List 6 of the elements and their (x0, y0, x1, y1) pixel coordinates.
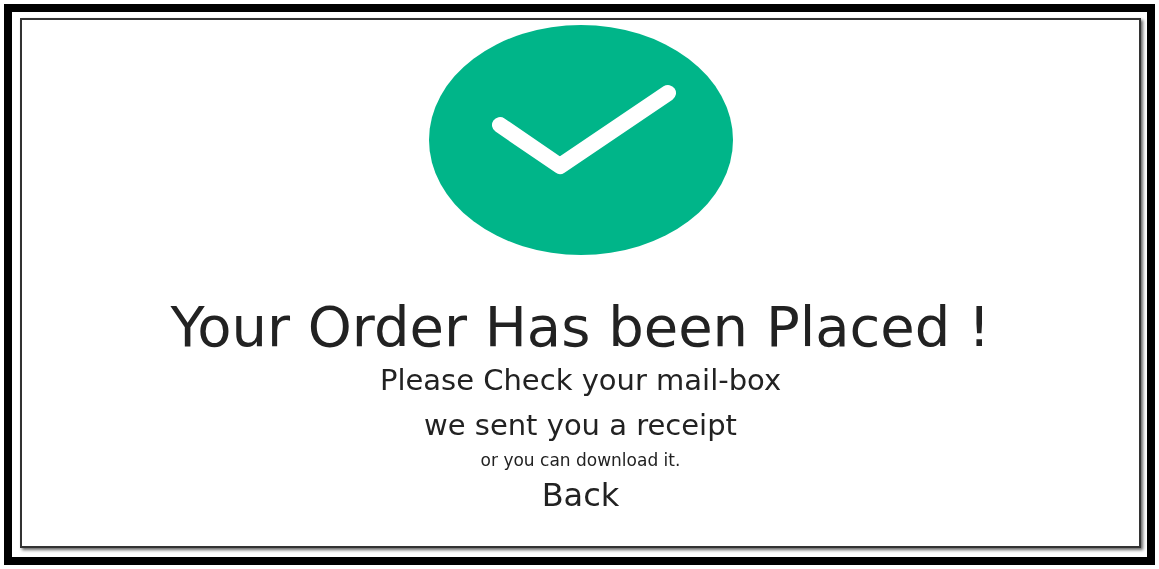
back-link[interactable]: Back (541, 476, 620, 515)
check-circle-icon (427, 24, 734, 256)
message-line: Please Check your mail-box (379, 363, 782, 397)
message-line: we sent you a receipt (424, 408, 737, 443)
confirmation-title: Your Order Has been Placed ! (170, 296, 991, 358)
download-note: or you can download it. (480, 450, 681, 471)
